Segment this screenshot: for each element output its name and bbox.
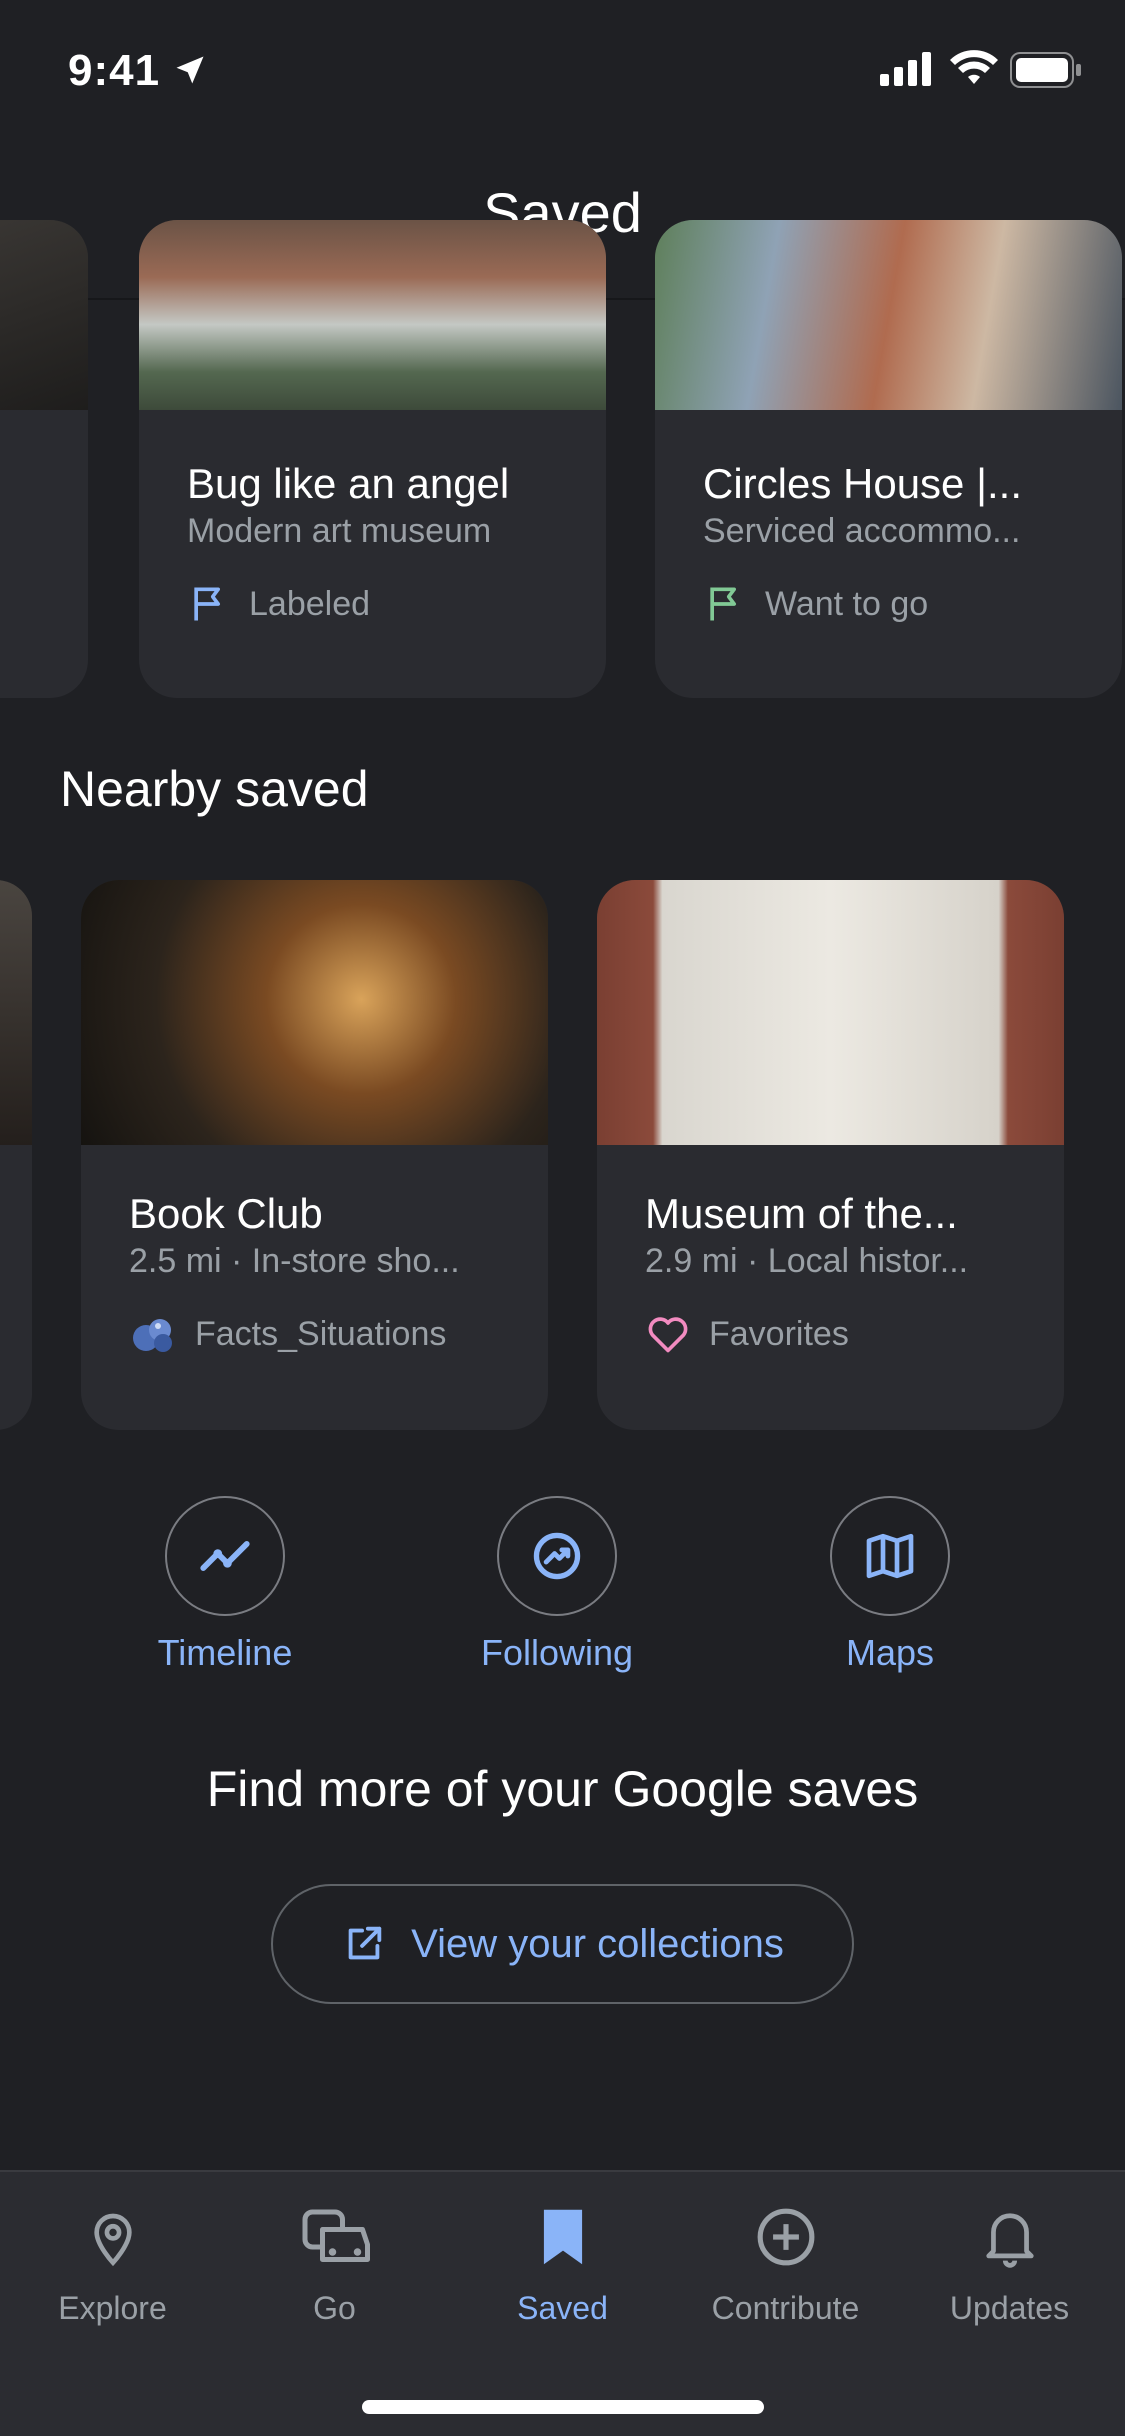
place-category: Modern art museum bbox=[187, 512, 492, 550]
list-tag-label: Want to go bbox=[765, 584, 929, 623]
nav-updates[interactable]: Updates bbox=[897, 2202, 1122, 2327]
find-more-heading: Find more of your Google saves bbox=[206, 1761, 919, 1817]
place-name: Circles House |... bbox=[703, 460, 1022, 507]
bookmark-icon bbox=[543, 2209, 582, 2265]
list-tag: Labeled bbox=[187, 582, 370, 626]
map-icon bbox=[866, 1533, 914, 1579]
place-photo bbox=[81, 880, 548, 1145]
timeline-icon bbox=[200, 1541, 250, 1571]
maps-label[interactable]: Maps bbox=[760, 1632, 1020, 1674]
blueberry-icon bbox=[133, 1319, 172, 1352]
saved-card-circles-house[interactable]: Circles House |... Serviced accommo... W… bbox=[655, 220, 1122, 698]
place-photo bbox=[0, 220, 88, 410]
place-photo bbox=[597, 880, 1064, 1145]
flag-green-icon bbox=[710, 587, 736, 621]
status-bar: 9:41 bbox=[0, 0, 1125, 130]
nearby-card-museum[interactable]: Museum of the... 2.9 mi · Local histor..… bbox=[597, 880, 1064, 1430]
location-arrow-icon bbox=[176, 56, 204, 84]
place-category: Serviced accommo... bbox=[703, 512, 1021, 550]
timeline-label[interactable]: Timeline bbox=[95, 1632, 355, 1674]
place-distance-category: 2.9 mi · Local histor... bbox=[645, 1242, 969, 1280]
nav-saved[interactable]: Saved bbox=[450, 2202, 675, 2327]
nav-contribute[interactable]: Contribute bbox=[673, 2202, 898, 2327]
nav-updates-label: Updates bbox=[949, 2290, 1070, 2326]
place-photo bbox=[655, 220, 1122, 410]
nearby-saved-heading: Nearby saved bbox=[60, 761, 369, 817]
nav-contribute-label: Contribute bbox=[711, 2290, 860, 2326]
nav-explore-label: Explore bbox=[58, 2290, 167, 2326]
following-button[interactable] bbox=[497, 1496, 617, 1616]
nav-explore[interactable]: Explore bbox=[0, 2202, 225, 2327]
battery-icon bbox=[1010, 52, 1081, 88]
place-distance-category: 2.5 mi · In-store sho... bbox=[129, 1242, 460, 1280]
home-indicator bbox=[362, 2400, 764, 2414]
bell-icon bbox=[985, 2213, 1034, 2268]
open-external-icon bbox=[348, 1926, 382, 1960]
list-tag-label: Facts_Situations bbox=[195, 1314, 447, 1353]
nearby-card-book-club[interactable]: Book Club 2.5 mi · In-store sho... Facts… bbox=[81, 880, 548, 1430]
nav-saved-label: Saved bbox=[517, 2290, 608, 2326]
add-circle-icon bbox=[757, 2208, 814, 2266]
list-tag: Favorites bbox=[645, 1312, 849, 1356]
place-name: Bug like an angel bbox=[187, 460, 510, 507]
cellular-signal-icon bbox=[880, 52, 931, 86]
nav-go-label: Go bbox=[313, 2290, 356, 2326]
list-tag-label: Favorites bbox=[709, 1314, 849, 1353]
pin-icon bbox=[93, 2213, 132, 2267]
list-tag: Facts_Situations bbox=[129, 1312, 446, 1356]
saved-card-bug-like-an-angel[interactable]: Bug like an angel Modern art museum Labe… bbox=[139, 220, 606, 698]
heart-icon bbox=[648, 1317, 688, 1353]
status-time: 9:41 bbox=[68, 46, 161, 95]
following-icon bbox=[533, 1532, 581, 1580]
flag-outline-icon bbox=[194, 587, 220, 621]
following-label[interactable]: Following bbox=[427, 1632, 687, 1674]
nearby-card-partial[interactable] bbox=[0, 880, 32, 1430]
nav-go[interactable]: Go bbox=[222, 2202, 447, 2327]
place-photo bbox=[139, 220, 606, 410]
list-tag: Want to go bbox=[703, 582, 928, 626]
list-tag-label: Labeled bbox=[249, 584, 371, 623]
maps-button[interactable] bbox=[830, 1496, 950, 1616]
view-collections-label: View your collections bbox=[411, 1921, 784, 1966]
place-photo bbox=[0, 880, 32, 1145]
place-name: Museum of the... bbox=[645, 1190, 958, 1237]
timeline-button[interactable] bbox=[165, 1496, 285, 1616]
bottom-navigation: Explore Go Saved Contribute Updates bbox=[0, 2170, 1125, 2436]
commute-icon bbox=[302, 2209, 370, 2262]
wifi-icon bbox=[950, 50, 998, 84]
place-name: Book Club bbox=[129, 1190, 323, 1237]
view-collections-button[interactable]: View your collections bbox=[271, 1884, 854, 2004]
saved-card-partial[interactable] bbox=[0, 220, 88, 698]
